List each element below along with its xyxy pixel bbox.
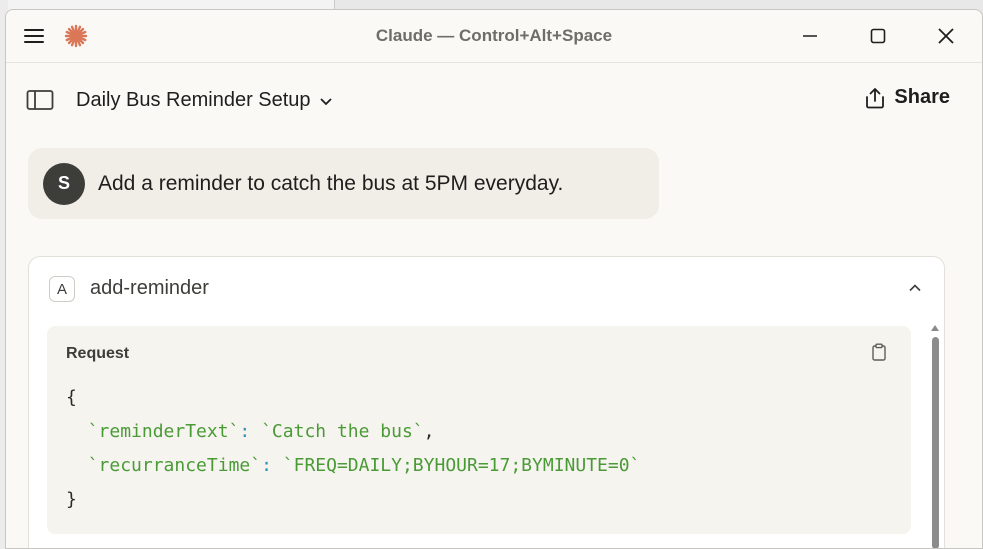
title-bar: Claude — Control+Alt+Space	[6, 10, 982, 63]
sidebar-toggle-icon	[26, 90, 54, 110]
minimize-button[interactable]	[798, 24, 822, 48]
code-colon: :	[239, 421, 262, 442]
tool-call-card: A add-reminder Request { `reminderText`:…	[28, 256, 945, 548]
scroll-thumb[interactable]	[932, 337, 939, 548]
scrollbar[interactable]	[928, 325, 942, 548]
close-button[interactable]	[934, 24, 958, 48]
chevron-up-icon	[909, 284, 921, 292]
chevron-down-icon	[319, 97, 332, 105]
chat-title-text: Daily Bus Reminder Setup	[76, 89, 311, 111]
chat-header: Daily Bus Reminder Setup Share	[6, 64, 982, 136]
code-key: `reminderText`	[87, 421, 240, 442]
copy-button[interactable]	[871, 343, 891, 363]
close-icon	[938, 28, 954, 44]
share-icon	[866, 87, 885, 108]
maximize-icon	[870, 28, 886, 44]
scroll-up-arrow-icon[interactable]	[931, 325, 939, 331]
user-message-text: Add a reminder to catch the bus at 5PM e…	[98, 171, 564, 195]
request-code: { `reminderText`: `Catch the bus`, `recu…	[66, 381, 640, 517]
tool-call-header[interactable]: A add-reminder	[29, 257, 944, 317]
code-colon: :	[261, 455, 283, 476]
chat-title-dropdown[interactable]: Daily Bus Reminder Setup	[76, 89, 333, 112]
sidebar-toggle-button[interactable]	[26, 88, 54, 112]
app-window: Claude — Control+Alt+Space Daily Bus Rem…	[5, 9, 983, 549]
share-label: Share	[894, 86, 950, 108]
maximize-button[interactable]	[866, 24, 890, 48]
user-message: S Add a reminder to catch the bus at 5PM…	[28, 148, 659, 219]
code-comma: ,	[423, 421, 435, 442]
share-button[interactable]: Share	[865, 86, 950, 109]
clipboard-icon	[872, 343, 886, 361]
collapse-button[interactable]	[904, 277, 926, 299]
code-close-brace: }	[66, 489, 77, 510]
code-value: `Catch the bus`	[261, 421, 424, 442]
request-label: Request	[66, 345, 130, 362]
window-title: Claude — Control+Alt+Space	[375, 26, 613, 45]
code-key: `recurranceTime`	[87, 455, 262, 476]
request-panel: Request { `reminderText`: `Catch the bus…	[47, 326, 911, 534]
tool-badge: A	[49, 276, 75, 302]
tool-name: add-reminder	[90, 277, 209, 299]
avatar: S	[43, 162, 85, 205]
minimize-icon	[803, 35, 817, 37]
code-open-brace: {	[66, 387, 77, 408]
code-value: `FREQ=DAILY;BYHOUR=17;BYMINUTE=0`	[282, 455, 641, 476]
